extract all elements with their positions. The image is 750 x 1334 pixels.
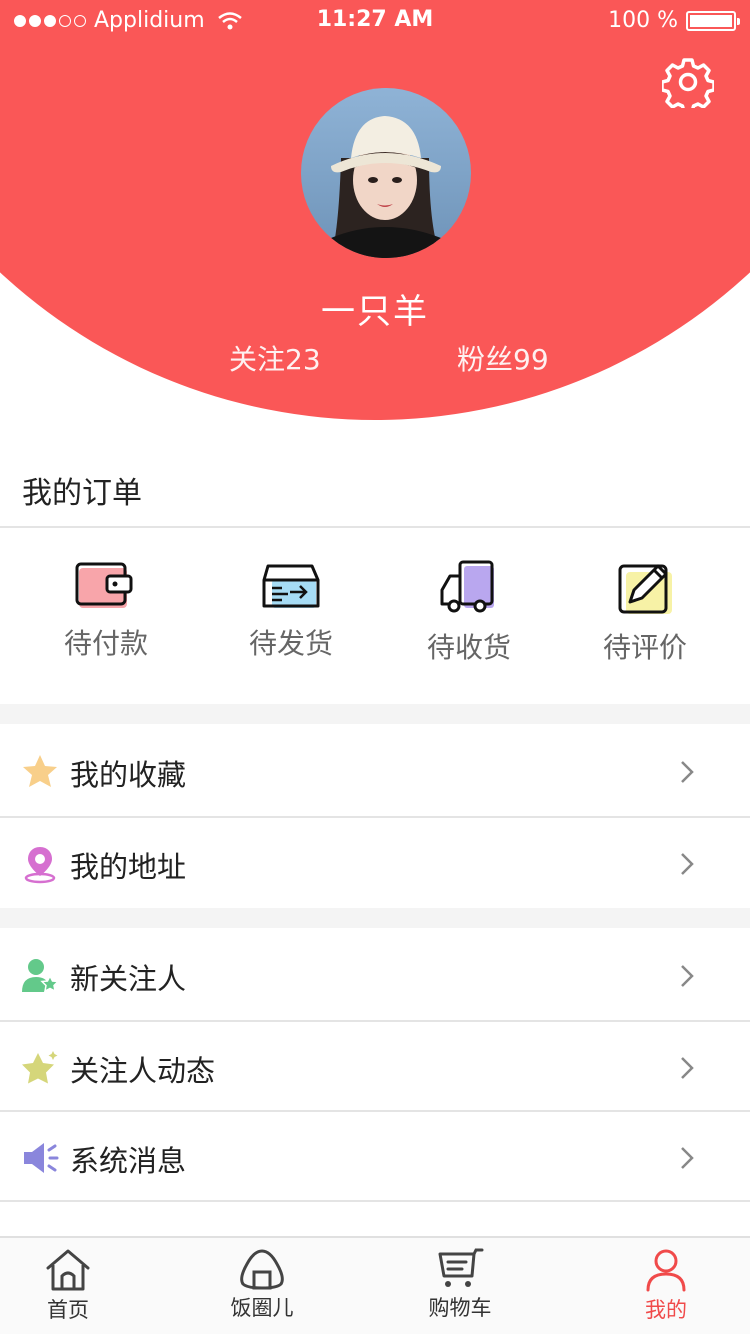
chevron-right-icon <box>681 965 694 987</box>
tab-label: 购物车 <box>428 1296 492 1320</box>
package-icon <box>262 564 320 608</box>
chevron-right-icon <box>681 1147 694 1169</box>
settings-gear-icon[interactable] <box>662 56 714 108</box>
cart-icon <box>438 1248 484 1287</box>
rice-ball-icon <box>240 1249 284 1290</box>
truck-icon <box>440 560 494 613</box>
menu-item-label: 我的地址 <box>70 850 187 884</box>
tab-fanquan[interactable]: 饭圈儿 <box>192 1248 332 1322</box>
bottom-tab-bar: 首页 饭圈儿 购物车 我的 <box>0 1236 750 1334</box>
user-star-icon <box>22 959 60 993</box>
home-icon <box>46 1249 90 1291</box>
username: 一只羊 <box>321 292 429 332</box>
fans-count[interactable]: 粉丝99 <box>457 338 549 378</box>
order-label: 待收货 <box>426 631 511 664</box>
menu-item-label: 我的收藏 <box>70 758 187 792</box>
chevron-right-icon <box>681 761 694 783</box>
menu-item-favorites[interactable]: 我的收藏 <box>0 726 750 816</box>
order-pending-shipment[interactable]: 待发货 <box>226 560 356 680</box>
order-label: 待付款 <box>63 627 148 660</box>
star-icon <box>23 755 57 787</box>
wallet-icon <box>75 562 133 608</box>
menu-item-system-messages[interactable]: 系统消息 <box>0 1112 750 1202</box>
menu-item-label: 关注人动态 <box>70 1054 216 1088</box>
order-pending-receipt[interactable]: 待收货 <box>404 560 534 680</box>
battery-percent: 100 % <box>608 8 678 33</box>
avatar[interactable] <box>301 88 471 258</box>
menu-item-following-updates[interactable]: 关注人动态 <box>0 1022 750 1112</box>
order-status-grid: 待付款 待发货 待收货 待评价 <box>0 560 750 690</box>
speaker-icon <box>24 1143 59 1173</box>
menu-item-new-followers[interactable]: 新关注人 <box>0 930 750 1020</box>
tab-label: 饭圈儿 <box>230 1296 294 1320</box>
tab-label: 我的 <box>645 1298 687 1322</box>
profile-header: Applidium 11:27 AM 100 % 一只羊 关注23 粉丝99 <box>0 0 750 430</box>
orders-section-title: 我的订单 <box>22 476 142 511</box>
sparkle-star-icon <box>22 1051 58 1084</box>
order-pending-review[interactable]: 待评价 <box>580 560 710 680</box>
tab-cart[interactable]: 购物车 <box>390 1248 530 1322</box>
section-gap <box>0 704 750 724</box>
battery-icon <box>686 10 740 31</box>
edit-icon <box>618 564 672 614</box>
user-icon <box>646 1249 686 1292</box>
status-right: 100 % <box>608 8 740 33</box>
location-pin-icon <box>24 847 56 884</box>
status-bar: Applidium 11:27 AM 100 % <box>0 0 750 40</box>
chevron-right-icon <box>681 1057 694 1079</box>
following-count[interactable]: 关注23 <box>229 338 321 378</box>
tab-label: 首页 <box>47 1298 89 1322</box>
menu-item-label: 系统消息 <box>70 1144 187 1178</box>
chevron-right-icon <box>681 853 694 875</box>
tab-home[interactable]: 首页 <box>0 1248 138 1324</box>
order-label: 待评价 <box>602 631 687 664</box>
tab-mine[interactable]: 我的 <box>596 1248 736 1324</box>
section-gap <box>0 908 750 928</box>
divider <box>0 1200 750 1202</box>
menu-item-address[interactable]: 我的地址 <box>0 818 750 908</box>
order-pending-payment[interactable]: 待付款 <box>41 560 171 680</box>
divider <box>0 526 750 528</box>
order-label: 待发货 <box>248 627 333 660</box>
menu-item-label: 新关注人 <box>70 962 187 996</box>
